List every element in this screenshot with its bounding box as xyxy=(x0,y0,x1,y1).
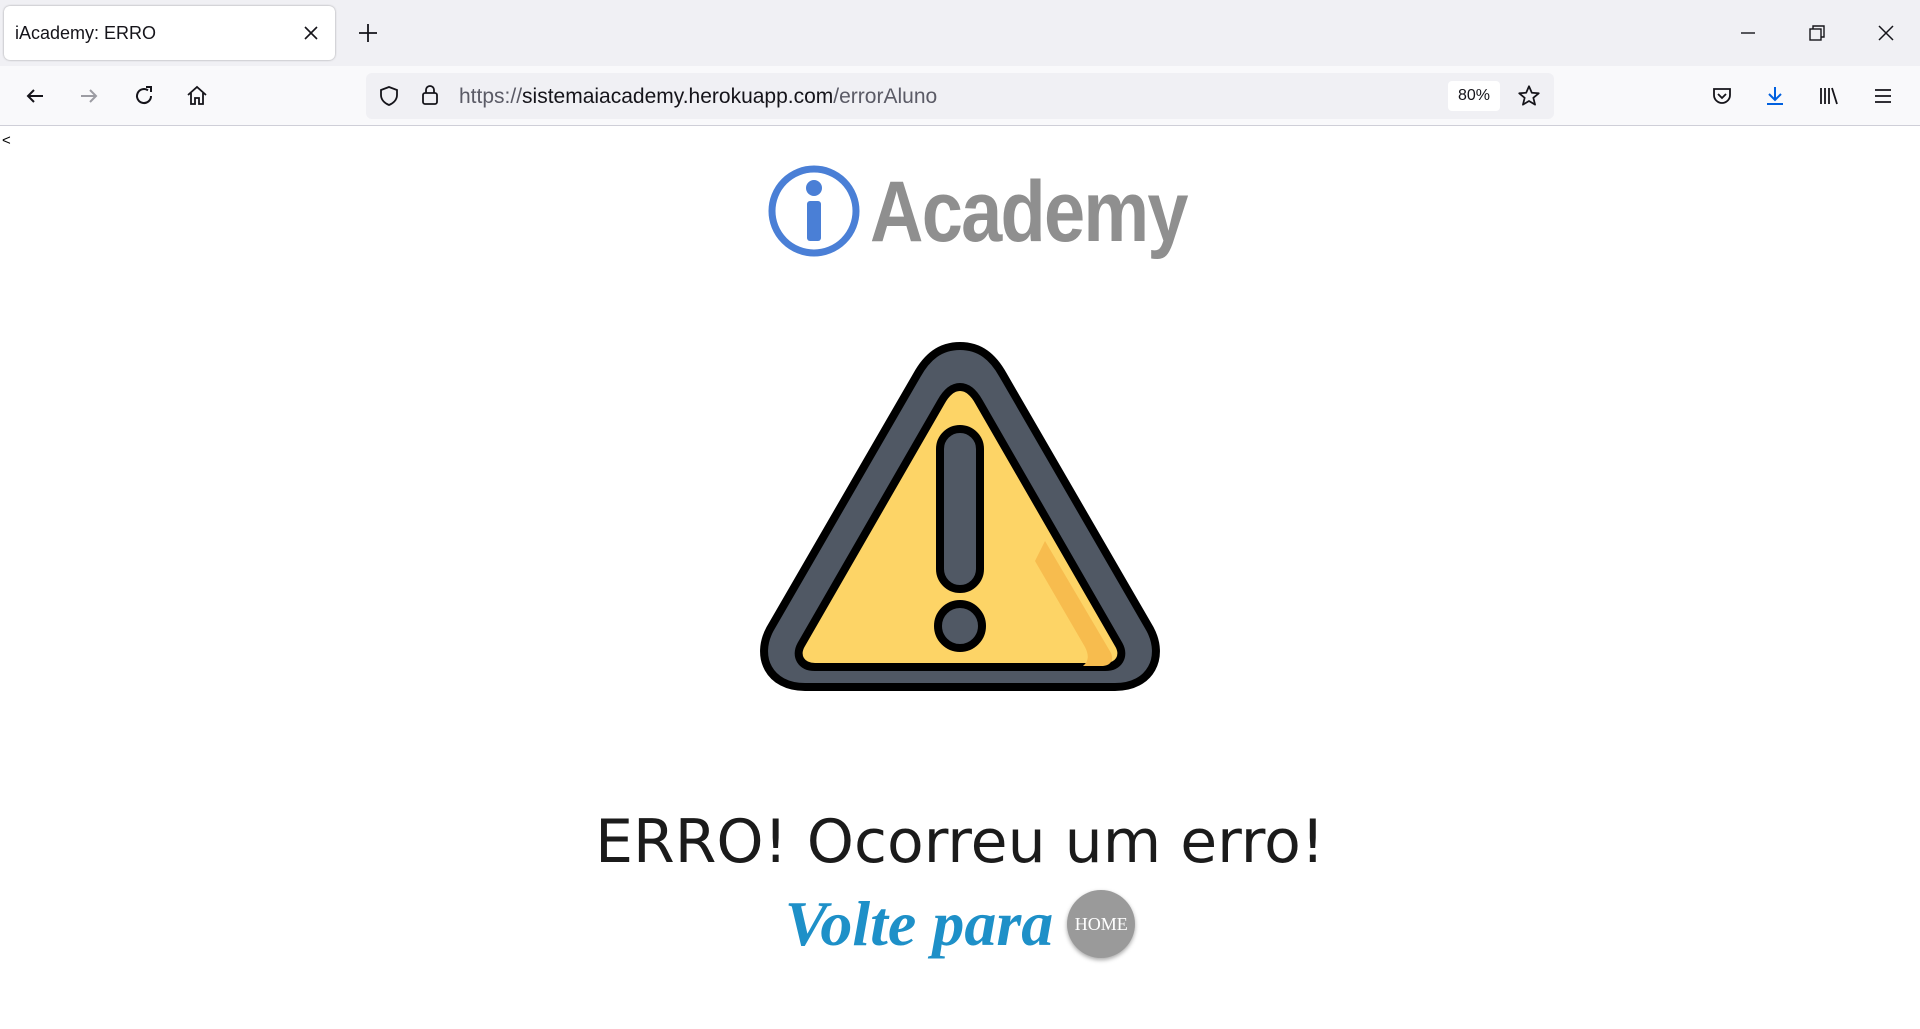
pocket-icon xyxy=(1713,88,1731,104)
zoom-button[interactable]: 80% xyxy=(1448,81,1500,111)
warning-icon xyxy=(760,342,1160,691)
forward-icon xyxy=(81,89,98,103)
lock-icon[interactable] xyxy=(419,83,441,107)
home-button[interactable] xyxy=(181,80,213,112)
downloads-button[interactable] xyxy=(1759,80,1791,112)
tab-bar: iAcademy: ERRO xyxy=(0,0,1920,66)
home-link-button[interactable]: HOME xyxy=(1067,890,1136,958)
reload-icon xyxy=(136,86,153,105)
plus-icon[interactable] xyxy=(356,21,380,45)
tab-active[interactable]: iAcademy: ERRO xyxy=(4,6,335,60)
page-content: < Academy ERRO! Ocorreu um erro! Volte p… xyxy=(0,127,1920,1029)
pocket-button[interactable] xyxy=(1706,80,1738,112)
home-icon xyxy=(187,85,207,105)
minimize-icon[interactable] xyxy=(1736,21,1760,45)
shield-icon[interactable] xyxy=(377,84,401,108)
back-icon xyxy=(26,89,43,103)
error-title: ERRO! Ocorreu um erro! xyxy=(595,807,1325,877)
close-icon[interactable] xyxy=(301,23,321,43)
nav-bar: https://sistemaiacademy.herokuapp.com/er… xyxy=(0,66,1920,126)
download-icon xyxy=(1767,87,1783,105)
url-path: /errorAluno xyxy=(833,85,938,108)
back-line: Volte para HOME xyxy=(0,887,1920,961)
stray-character: < xyxy=(2,132,11,149)
url-bar[interactable]: https://sistemaiacademy.herokuapp.com/er… xyxy=(366,73,1554,119)
url-scheme: https:// xyxy=(459,85,523,108)
menu-button[interactable] xyxy=(1867,80,1899,112)
forward-button[interactable] xyxy=(73,80,105,112)
reload-button[interactable] xyxy=(128,80,160,112)
url-text[interactable]: https://sistemaiacademy.herokuapp.com/er… xyxy=(459,85,937,109)
logo-text: Academy xyxy=(870,164,1189,260)
restore-icon[interactable] xyxy=(1805,21,1829,45)
menu-icon xyxy=(1875,89,1891,103)
tab-title: iAcademy: ERRO xyxy=(15,23,157,43)
info-icon xyxy=(768,165,860,257)
back-text: Volte para xyxy=(784,888,1054,959)
back-button[interactable] xyxy=(19,80,51,112)
logo: Academy xyxy=(766,163,1189,263)
library-button[interactable] xyxy=(1813,80,1845,112)
close-window-icon[interactable] xyxy=(1874,21,1898,45)
library-icon xyxy=(1820,87,1838,105)
url-host: sistemaiacademy.herokuapp.com xyxy=(522,85,834,108)
star-icon[interactable] xyxy=(1516,83,1542,109)
